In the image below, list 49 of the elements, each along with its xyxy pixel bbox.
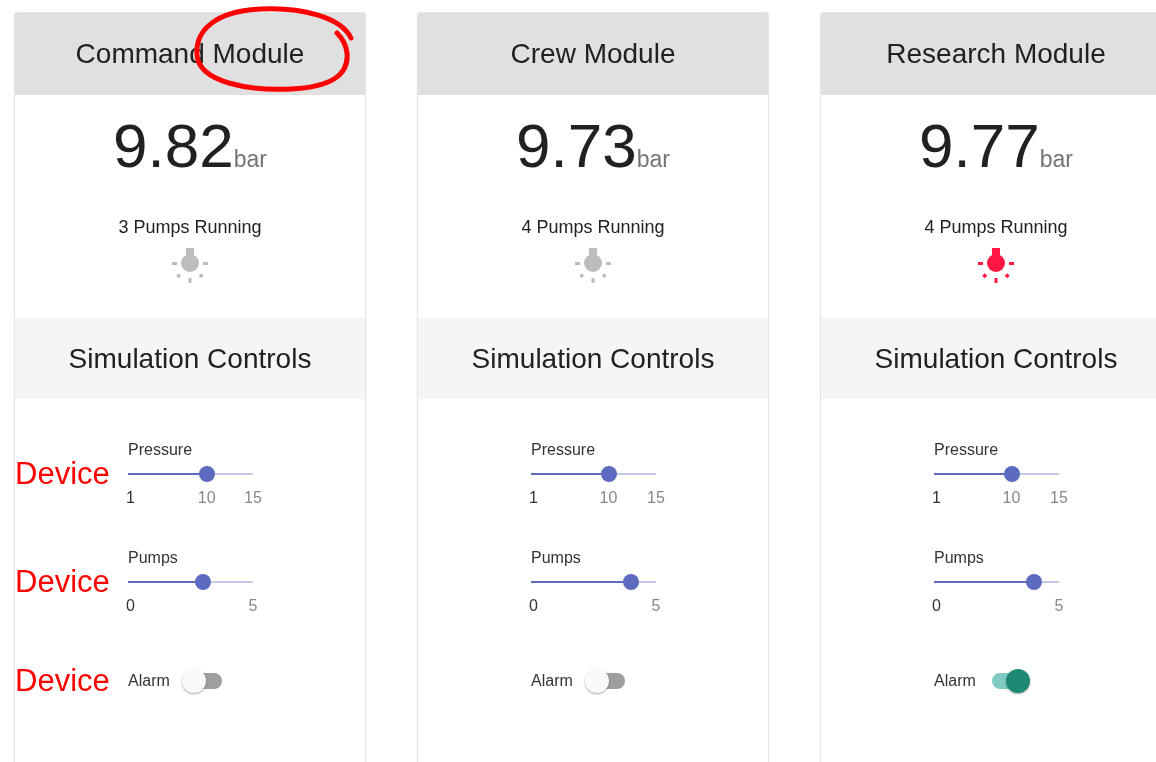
switch-label: Alarm — [531, 672, 573, 690]
annotation-label: Device — [15, 457, 111, 491]
tick-label: 5 — [1054, 597, 1064, 615]
tick-label: 15 — [1050, 489, 1068, 507]
tick-label: 10 — [1002, 489, 1021, 507]
section-title: Simulation Controls — [471, 342, 715, 375]
slider-label: Pressure — [934, 441, 999, 459]
pumps-status: 4 Pumps Running — [521, 217, 665, 238]
unit-label: bar — [233, 146, 267, 173]
slider-label: Pressure — [531, 441, 596, 459]
annotation-label: Device — [15, 565, 111, 599]
section-title: Simulation Controls — [68, 342, 312, 375]
module-title: Research Module — [886, 38, 1106, 70]
slider-thumb[interactable] — [1003, 466, 1020, 482]
slider-label: Pumps — [128, 549, 178, 567]
switch-label: Alarm — [128, 672, 170, 690]
tick-label: 0 — [126, 597, 135, 615]
tick-label: 15 — [244, 489, 262, 507]
module-title: Crew Module — [510, 38, 676, 70]
tick-label: 10 — [197, 489, 216, 507]
tick-label: 5 — [248, 597, 258, 615]
slider-label: Pressure — [128, 441, 193, 459]
tick-label: 1 — [126, 489, 135, 507]
unit-label: bar — [1039, 146, 1073, 173]
alarm-switch[interactable] — [181, 669, 224, 693]
tick-label: 0 — [529, 597, 538, 615]
alarm-switch[interactable] — [584, 669, 627, 693]
section-title: Simulation Controls — [874, 342, 1118, 375]
pressure-value: 9.77 — [919, 113, 1040, 179]
tick-label: 0 — [932, 597, 941, 615]
tick-label: 10 — [599, 489, 618, 507]
tick-label: 5 — [651, 597, 661, 615]
slider-thumb[interactable] — [600, 466, 617, 482]
slider-label: Pumps — [934, 549, 984, 567]
tick-label: 1 — [932, 489, 941, 507]
slider-thumb[interactable] — [195, 574, 211, 590]
tick-label: 15 — [647, 489, 665, 507]
pressure-value: 9.73 — [516, 113, 637, 179]
pressure-value: 9.82 — [113, 113, 234, 179]
slider-thumb[interactable] — [1026, 574, 1042, 590]
pumps-status: 3 Pumps Running — [118, 217, 262, 238]
annotation-label: Device — [15, 664, 111, 698]
slider-label: Pumps — [531, 549, 581, 567]
slider-thumb[interactable] — [623, 574, 639, 590]
slider-thumb[interactable] — [198, 466, 215, 482]
pumps-status: 4 Pumps Running — [924, 217, 1068, 238]
switch-label: Alarm — [934, 672, 976, 690]
unit-label: bar — [636, 146, 670, 173]
tick-label: 1 — [529, 489, 538, 507]
